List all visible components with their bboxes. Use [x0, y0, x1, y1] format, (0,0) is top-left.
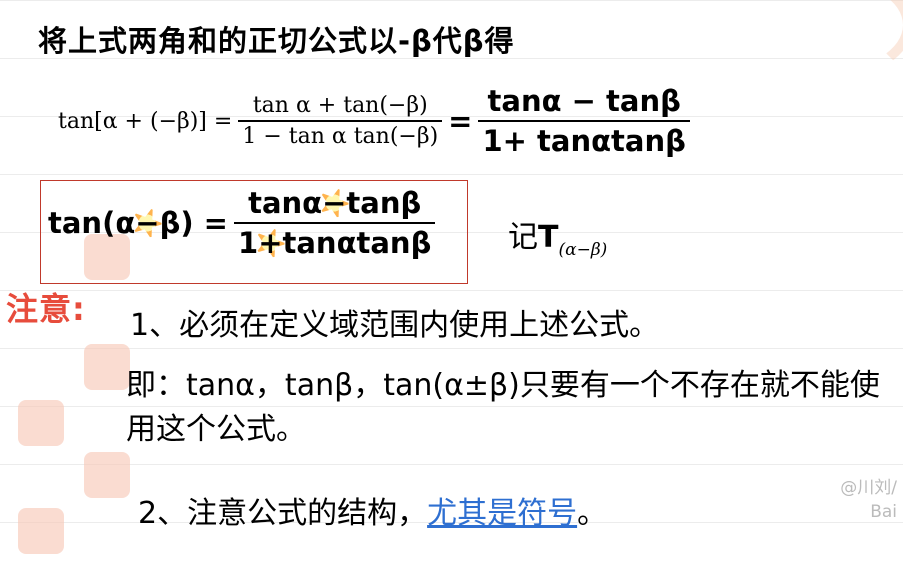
- decorative-stamp: [84, 344, 130, 390]
- note-label: 注意:: [6, 290, 86, 328]
- equals-sign: =: [448, 104, 473, 138]
- denominator-end: tanαtanβ: [282, 226, 432, 260]
- note-item-1: 1、必须在定义域范围内使用上述公式。: [130, 308, 660, 343]
- fraction-numerator: tan α + tan(−β): [252, 93, 428, 118]
- fraction-numerator: tanα − tanβ: [487, 84, 681, 118]
- sign-burst-icon: −: [135, 206, 159, 240]
- minus-sign: −: [322, 186, 347, 220]
- note-item-2-suffix: 。: [577, 496, 608, 531]
- watermark-line-1: @川刘/: [840, 478, 897, 498]
- tan-difference-fraction: tanα−tanβ 1+tanαtanβ: [234, 186, 436, 260]
- formula-notation: 记T(α−β): [508, 212, 607, 260]
- fraction-denominator: 1+ tanαtanβ: [478, 120, 690, 158]
- formula-lhs: tan[α + (−β)] =: [58, 108, 233, 134]
- formula-lhs: tan(α−β) =: [48, 206, 228, 240]
- note-item-2: 2、注意公式的结构，尤其是符号。: [138, 488, 607, 532]
- fraction-denominator: 1 − tan α tan(−β): [238, 120, 443, 149]
- lhs-end: β) =: [159, 206, 228, 240]
- note-item-2-prefix: 2、注意公式的结构，: [138, 496, 428, 531]
- note-item-2-link[interactable]: 尤其是符号: [427, 496, 577, 531]
- fraction-result: tanα − tanβ 1+ tanαtanβ: [478, 84, 690, 158]
- notation-symbol: T: [538, 220, 559, 255]
- numerator-end: tanβ: [346, 186, 422, 220]
- watermark-line-2: Bai: [870, 502, 897, 522]
- page-title: 将上式两角和的正切公式以-β代β得: [38, 24, 515, 58]
- sign-burst-icon: +: [258, 226, 282, 260]
- corner-decoration: [743, 0, 903, 80]
- minus-sign: −: [135, 206, 160, 240]
- watermark: @川刘/ Bai: [840, 476, 897, 524]
- fraction-denominator: 1+tanαtanβ: [234, 222, 436, 260]
- decorative-stamp: [18, 508, 64, 554]
- notation-subscript: (α−β): [558, 240, 608, 260]
- record-label: 记: [508, 220, 538, 255]
- fraction-tan-neg-beta: tan α + tan(−β) 1 − tan α tan(−β): [238, 93, 443, 149]
- denominator-start: 1: [238, 226, 259, 260]
- note-item-1-detail: 即：tanα，tanβ，tan(α±β)只要有一个不存在就不能使用这个公式。: [126, 368, 880, 447]
- fraction-numerator: tanα−tanβ: [244, 186, 425, 222]
- plus-sign: +: [258, 226, 283, 260]
- numerator-start: tanα: [248, 186, 323, 220]
- lhs-start: tan(α: [48, 206, 136, 240]
- decorative-stamp: [18, 400, 64, 446]
- formula-derivation: tan[α + (−β)] = tan α + tan(−β) 1 − tan …: [58, 84, 690, 158]
- tan-difference-formula: tan(α−β) = tanα−tanβ 1+tanαtanβ: [48, 186, 436, 260]
- sign-burst-icon: −: [322, 186, 346, 220]
- decorative-stamp: [84, 452, 130, 498]
